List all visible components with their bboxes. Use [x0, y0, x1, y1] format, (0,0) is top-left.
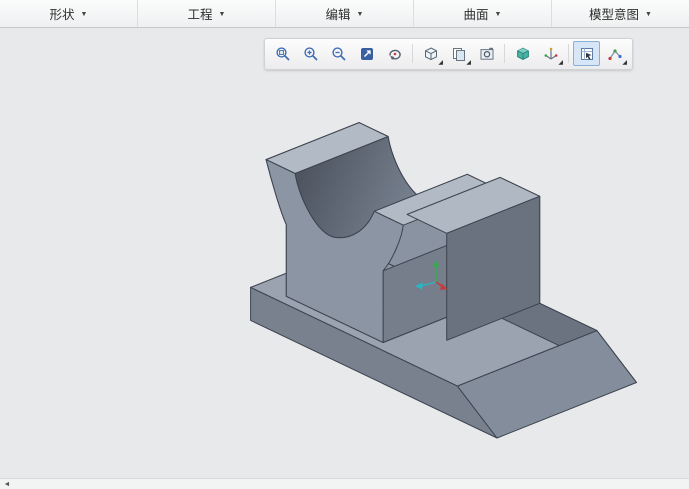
spin-center-button[interactable] [381, 41, 408, 66]
datum-display-icon [543, 46, 559, 62]
menu-item-surface[interactable]: 曲面 ▼ [414, 0, 552, 27]
layers-button[interactable]: ◢ [445, 41, 472, 66]
model-viewport[interactable] [0, 67, 689, 478]
annotation-filter-icon [579, 46, 595, 62]
toolbar-separator [568, 44, 569, 63]
graphics-area[interactable]: ◢ ◢ [0, 28, 689, 478]
saved-views-icon [515, 46, 531, 62]
chevron-down-icon: ◢ [466, 60, 471, 66]
saved-views-button[interactable] [509, 41, 536, 66]
menu-label: 曲面 [464, 4, 489, 23]
chevron-down-icon: ▼ [81, 9, 88, 18]
zoom-region-button[interactable] [269, 41, 296, 66]
datum-display-button[interactable]: ◢ [537, 41, 564, 66]
menu-item-engineering[interactable]: 工程 ▼ [138, 0, 276, 27]
image-capture-icon [479, 46, 495, 62]
zoom-region-icon [275, 46, 291, 62]
scrollbar-track[interactable] [14, 480, 689, 489]
horizontal-scrollbar[interactable]: ◄ [0, 478, 689, 489]
toolbar-separator [504, 44, 505, 63]
toolbar-separator [412, 44, 413, 63]
layers-icon [451, 46, 467, 62]
chevron-down-icon: ▼ [495, 9, 502, 18]
menu-item-model-intent[interactable]: 模型意图 ▼ [552, 0, 689, 27]
zoom-out-icon [331, 46, 347, 62]
cad-window: 形状 ▼ 工程 ▼ 编辑 ▼ 曲面 ▼ 模型意图 ▼ [0, 0, 689, 489]
menu-label: 编辑 [326, 4, 351, 23]
refit-button[interactable] [353, 41, 380, 66]
refit-icon [359, 46, 375, 62]
chevron-down-icon: ▼ [357, 9, 364, 18]
chevron-down-icon: ▼ [645, 9, 652, 18]
display-style-button[interactable]: ◢ [417, 41, 444, 66]
view-toolbar: ◢ ◢ [264, 38, 633, 70]
annotation-filter-button[interactable] [573, 41, 600, 66]
selection-path-icon [607, 46, 623, 62]
chevron-down-icon: ▼ [219, 9, 226, 18]
spin-center-icon [387, 46, 403, 62]
scroll-left-arrow[interactable]: ◄ [0, 480, 14, 489]
menu-item-shape[interactable]: 形状 ▼ [0, 0, 138, 27]
menubar: 形状 ▼ 工程 ▼ 编辑 ▼ 曲面 ▼ 模型意图 ▼ [0, 0, 689, 28]
display-style-icon [423, 46, 439, 62]
image-capture-button[interactable] [473, 41, 500, 66]
zoom-out-button[interactable] [325, 41, 352, 66]
chevron-down-icon: ◢ [438, 60, 443, 66]
zoom-in-icon [303, 46, 319, 62]
chevron-down-icon: ◢ [622, 60, 627, 66]
menu-label: 工程 [188, 4, 213, 23]
selection-path-button[interactable]: ◢ [601, 41, 628, 66]
chevron-down-icon: ◢ [558, 60, 563, 66]
zoom-in-button[interactable] [297, 41, 324, 66]
menu-label: 形状 [50, 4, 75, 23]
menu-label: 模型意图 [589, 4, 639, 23]
menu-item-edit[interactable]: 编辑 ▼ [276, 0, 414, 27]
